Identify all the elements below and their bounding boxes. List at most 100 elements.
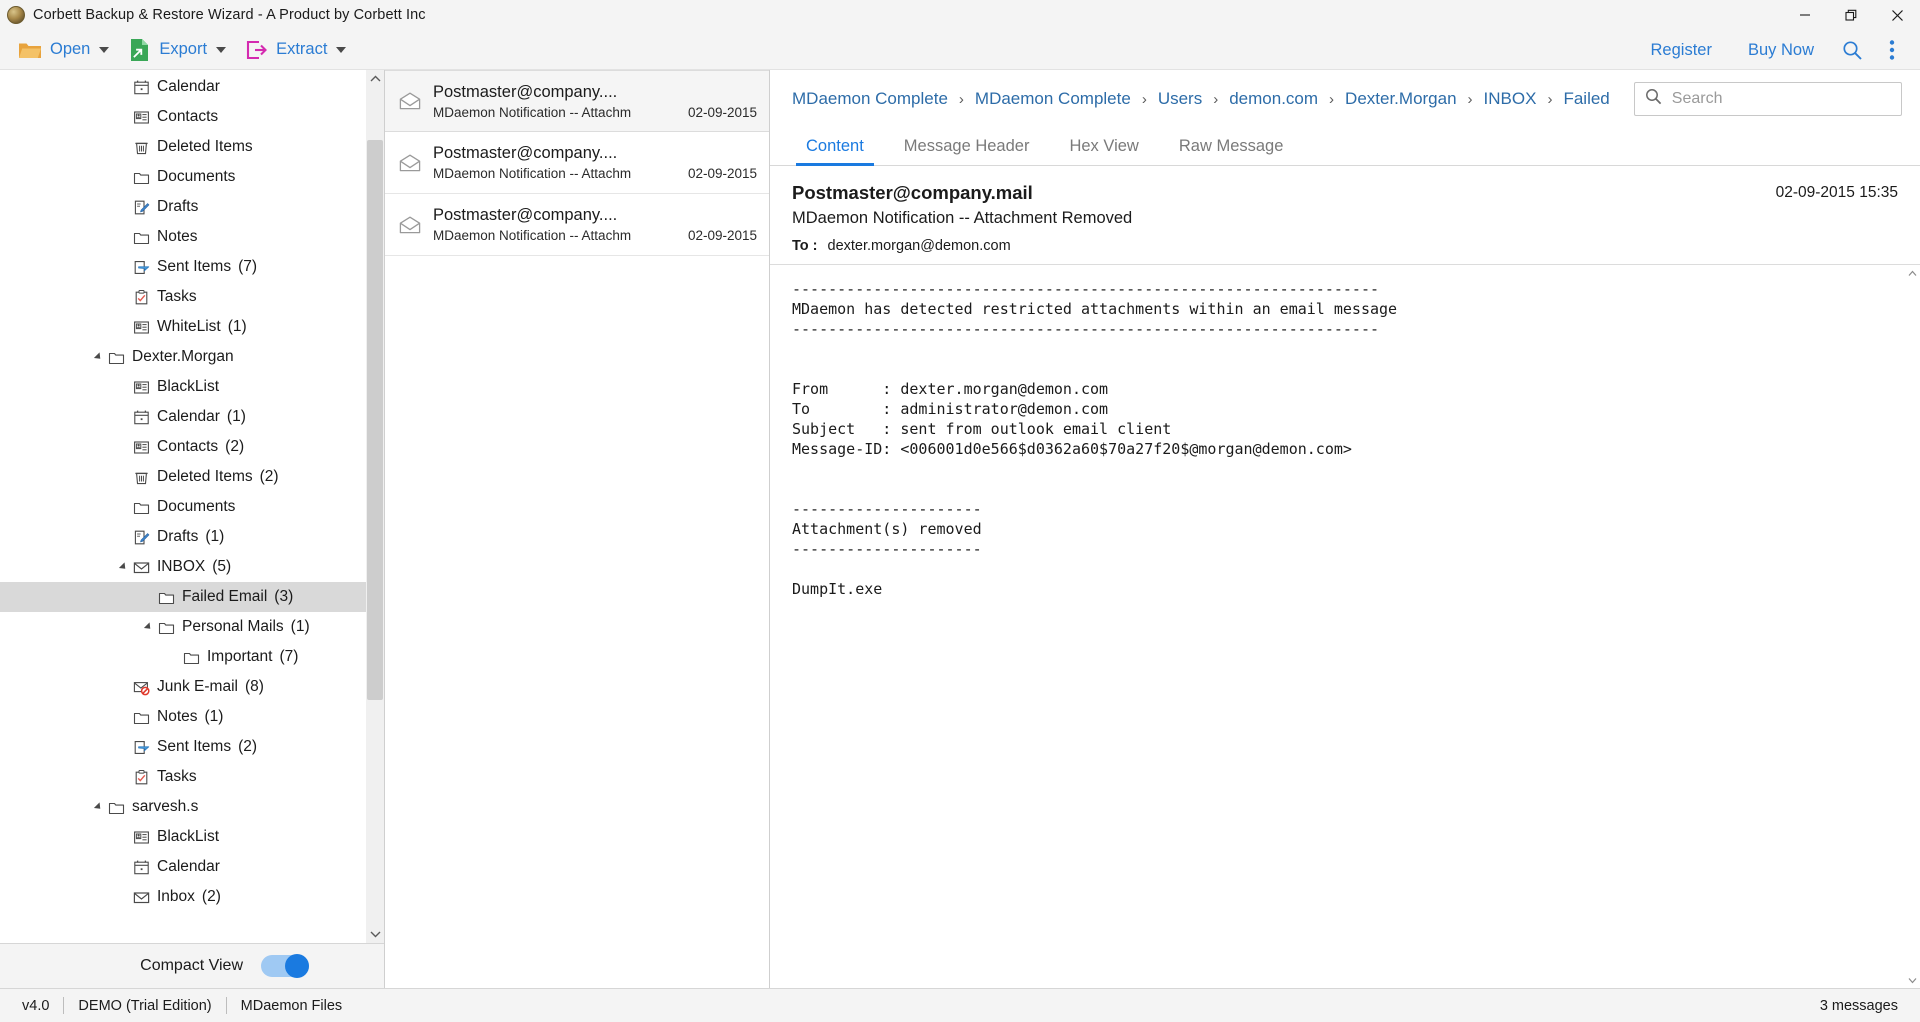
expand-triangle-icon[interactable] xyxy=(90,792,106,822)
sidebar-item-tasks[interactable]: Tasks xyxy=(0,762,366,792)
close-icon[interactable] xyxy=(1874,0,1920,30)
content-scroll-track[interactable] xyxy=(1904,281,1920,972)
tab-message-header[interactable]: Message Header xyxy=(884,137,1050,165)
sidebar-item-label: Deleted Items xyxy=(157,138,253,155)
sidebar-item-calendar[interactable]: Calendar xyxy=(0,72,366,102)
sidebar-item-drafts[interactable]: Drafts (1) xyxy=(0,522,366,552)
chevron-down-icon[interactable] xyxy=(216,46,227,53)
title-bar: Corbett Backup & Restore Wizard - A Prod… xyxy=(0,0,1920,30)
sidebar-item-contacts[interactable]: Contacts xyxy=(0,102,366,132)
sidebar-item-important[interactable]: Important (7) xyxy=(0,642,366,672)
sidebar-item-contacts[interactable]: Contacts (2) xyxy=(0,432,366,462)
sidebar-item-sent-items[interactable]: Sent Items (7) xyxy=(0,252,366,282)
expand-triangle-icon[interactable] xyxy=(115,552,131,582)
breadcrumb-item[interactable]: Failed xyxy=(1563,89,1609,109)
extract-button[interactable]: Extract xyxy=(235,30,355,70)
open-button[interactable]: Open xyxy=(9,30,118,70)
message-header: Postmaster@company.mail MDaemon Notifica… xyxy=(770,166,1920,264)
chevron-up-icon[interactable] xyxy=(1904,265,1920,281)
chevron-down-icon[interactable] xyxy=(366,925,384,943)
folder-icon xyxy=(156,612,176,642)
sidebar-item-blacklist[interactable]: BlackList xyxy=(0,822,366,852)
breadcrumb-item[interactable]: Users xyxy=(1158,89,1202,109)
message-item-date: 02-09-2015 xyxy=(687,104,757,120)
content-scrollbar[interactable] xyxy=(1904,265,1920,988)
sidebar-item-tasks[interactable]: Tasks xyxy=(0,282,366,312)
message-list-item[interactable]: Postmaster@company.... MDaemon Notificati… xyxy=(385,70,769,132)
register-link[interactable]: Register xyxy=(1633,30,1730,70)
search-icon[interactable] xyxy=(1832,30,1872,70)
tab-hex-view[interactable]: Hex View xyxy=(1049,137,1158,165)
sidebar-item-count: (2) xyxy=(201,888,221,905)
expand-triangle-icon[interactable] xyxy=(90,342,106,372)
sidebar-item-documents[interactable]: Documents xyxy=(0,162,366,192)
restore-icon[interactable] xyxy=(1828,0,1874,30)
chevron-up-icon[interactable] xyxy=(366,70,384,88)
sidebar-item-whitelist[interactable]: WhiteList (1) xyxy=(0,312,366,342)
sidebar-scroll-thumb[interactable] xyxy=(367,140,383,700)
folder-icon xyxy=(106,342,126,372)
breadcrumb-item[interactable]: MDaemon Complete xyxy=(975,89,1131,109)
more-vertical-icon[interactable] xyxy=(1872,30,1912,70)
minimize-icon[interactable] xyxy=(1782,0,1828,30)
sidebar-scroll-track[interactable] xyxy=(366,88,384,925)
sidebar-item-failed-email[interactable]: Failed Email (3) xyxy=(0,582,366,612)
buy-now-link[interactable]: Buy Now xyxy=(1730,30,1832,70)
breadcrumb-item[interactable]: INBOX xyxy=(1484,89,1537,109)
reader-tabs[interactable]: Content Message Header Hex View Raw Message xyxy=(770,128,1920,166)
sidebar-item-calendar[interactable]: Calendar (1) xyxy=(0,402,366,432)
sidebar-item-sent-items[interactable]: Sent Items (2) xyxy=(0,732,366,762)
sidebar-item-deleted-items[interactable]: Deleted Items xyxy=(0,132,366,162)
sidebar-item-dexter-morgan[interactable]: Dexter.Morgan xyxy=(0,342,366,372)
folder-tree[interactable]: Calendar Contacts Deleted Items Documents Dr… xyxy=(0,70,366,943)
breadcrumb-item[interactable]: Dexter.Morgan xyxy=(1345,89,1457,109)
sidebar-item-blacklist[interactable]: BlackList xyxy=(0,372,366,402)
sidebar-item-inbox[interactable]: Inbox (2) xyxy=(0,882,366,912)
tab-content[interactable]: Content xyxy=(786,137,884,166)
trash-icon xyxy=(131,132,151,162)
sidebar-item-deleted-items[interactable]: Deleted Items (2) xyxy=(0,462,366,492)
search-box[interactable] xyxy=(1633,82,1902,116)
envelope-icon xyxy=(131,552,151,582)
sidebar-item-drafts[interactable]: Drafts xyxy=(0,192,366,222)
message-to-row: To : dexter.morgan@demon.com xyxy=(792,238,1898,254)
contacts-icon xyxy=(131,822,151,852)
message-list[interactable]: Postmaster@company.... MDaemon Notificati… xyxy=(385,70,770,988)
chevron-down-icon[interactable] xyxy=(99,46,110,53)
export-button[interactable]: Export xyxy=(118,30,235,70)
sidebar-scrollbar[interactable] xyxy=(366,70,384,943)
folder-tree-container: Calendar Contacts Deleted Items Documents Dr… xyxy=(0,70,384,943)
expand-triangle-icon[interactable] xyxy=(140,612,156,642)
sidebar-item-calendar[interactable]: Calendar xyxy=(0,852,366,882)
sidebar-item-junk-e-mail[interactable]: Junk E-mail (8) xyxy=(0,672,366,702)
search-input[interactable] xyxy=(1671,90,1891,108)
message-list-item[interactable]: Postmaster@company.... MDaemon Notificati… xyxy=(385,132,769,194)
sidebar-item-label: Notes xyxy=(157,228,198,245)
breadcrumb-item[interactable]: demon.com xyxy=(1229,89,1318,109)
compact-view-toggle[interactable] xyxy=(261,954,309,978)
breadcrumb[interactable]: MDaemon Complete › MDaemon Complete › Users ›… xyxy=(792,89,1610,109)
chevron-down-icon[interactable] xyxy=(1904,972,1920,988)
sidebar-item-sarvesh-s[interactable]: sarvesh.s xyxy=(0,792,366,822)
sidebar-item-notes[interactable]: Notes (1) xyxy=(0,702,366,732)
message-content-scroll[interactable]: ----------------------------------------… xyxy=(770,265,1904,988)
breadcrumb-item[interactable]: MDaemon Complete xyxy=(792,89,948,109)
message-list-item[interactable]: Postmaster@company.... MDaemon Notificati… xyxy=(385,194,769,256)
message-item-date: 02-09-2015 xyxy=(687,228,757,243)
tab-raw-message[interactable]: Raw Message xyxy=(1159,137,1304,165)
envelope-open-icon xyxy=(399,92,433,110)
sidebar-item-label: Tasks xyxy=(157,768,197,785)
sidebar-item-documents[interactable]: Documents xyxy=(0,492,366,522)
sidebar-item-notes[interactable]: Notes xyxy=(0,222,366,252)
contacts-icon xyxy=(131,102,151,132)
contacts-icon xyxy=(131,312,151,342)
sidebar-item-inbox[interactable]: INBOX (5) xyxy=(0,552,366,582)
sidebar-item-personal-mails[interactable]: Personal Mails (1) xyxy=(0,612,366,642)
chevron-down-icon[interactable] xyxy=(336,46,347,53)
